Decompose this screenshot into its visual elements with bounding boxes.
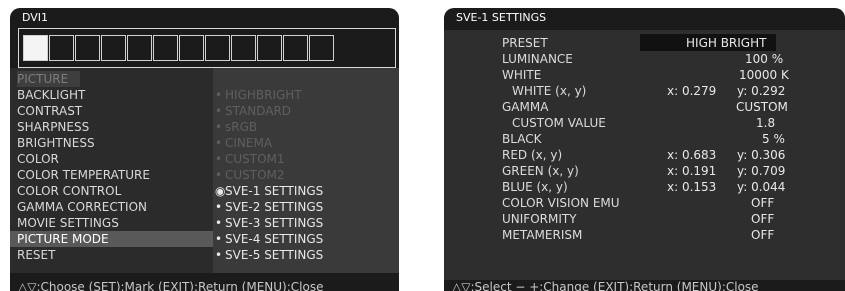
custom-value-value[interactable]: 1.8: [756, 116, 775, 130]
submenu-item-sve1[interactable]: ◉SVE-1 SETTINGS: [215, 183, 323, 199]
tab-icon-7[interactable]: [179, 35, 204, 61]
green-x-value[interactable]: x: 0.191: [667, 164, 716, 178]
selected-radio-icon: ◉: [215, 184, 226, 198]
row-uniformity[interactable]: UNIFORMITY: [502, 212, 577, 226]
bullet-icon: •: [215, 88, 223, 102]
submenu-item-custom2: • CUSTOM2: [215, 167, 285, 183]
submenu-label: CUSTOM2: [225, 168, 285, 182]
sve1-settings-window: SVE-1 SETTINGS PRESET HIGH BRIGHT LUMINA…: [444, 8, 845, 291]
blue-y-value[interactable]: y: 0.044: [737, 180, 785, 194]
submenu-label: SVE-1 SETTINGS: [225, 184, 324, 198]
luminance-value[interactable]: 100 %: [745, 52, 783, 66]
menu-item-backlight[interactable]: BACKLIGHT: [17, 87, 85, 103]
tab-icon-6[interactable]: [153, 35, 178, 61]
menu-panel: PICTURE BACKLIGHT CONTRAST SHARPNESS BRI…: [10, 68, 399, 273]
gamma-value[interactable]: CUSTOM: [736, 100, 788, 114]
uniformity-value[interactable]: OFF: [751, 212, 774, 226]
tab-icon-12[interactable]: [309, 35, 334, 61]
bullet-icon: •: [215, 216, 223, 230]
submenu-item-sve5[interactable]: • SVE-5 SETTINGS: [215, 247, 323, 263]
submenu-item-sve2[interactable]: • SVE-2 SETTINGS: [215, 199, 323, 215]
submenu-item-sve4[interactable]: • SVE-4 SETTINGS: [215, 231, 323, 247]
submenu-item-cinema: • CINEMA: [215, 135, 272, 151]
bullet-icon: •: [215, 168, 223, 182]
row-gamma[interactable]: GAMMA: [502, 100, 548, 114]
submenu-label: sRGB: [225, 120, 258, 134]
menu-item-color-control[interactable]: COLOR CONTROL: [17, 183, 121, 199]
black-value[interactable]: 5 %: [762, 132, 785, 146]
submenu-label: CUSTOM1: [225, 152, 285, 166]
submenu-label: SVE-2 SETTINGS: [225, 200, 324, 214]
red-y-value[interactable]: y: 0.306: [737, 148, 785, 162]
blue-x-value[interactable]: x: 0.153: [667, 180, 716, 194]
row-green-xy[interactable]: GREEN (x, y): [502, 164, 579, 178]
row-red-xy[interactable]: RED (x, y): [502, 148, 562, 162]
bullet-icon: •: [215, 136, 223, 150]
bullet-icon: •: [215, 200, 223, 214]
bullet-icon: •: [215, 120, 223, 134]
input-source-title: DVI1: [22, 11, 49, 24]
menu-section-picture: PICTURE: [17, 71, 81, 87]
submenu-label: SVE-4 SETTINGS: [225, 232, 324, 246]
bullet-icon: •: [215, 248, 223, 262]
menu-item-picture-mode[interactable]: PICTURE MODE: [10, 231, 213, 247]
row-custom-value[interactable]: CUSTOM VALUE: [512, 116, 606, 130]
osd-menu-window: DVI1 PICTURE BACKLIGHT CONTRAST SHARPNES…: [10, 8, 399, 291]
white-y-value[interactable]: y: 0.292: [737, 84, 785, 98]
color-vision-emu-value[interactable]: OFF: [751, 196, 774, 210]
menu-item-movie-settings[interactable]: MOVIE SETTINGS: [17, 215, 119, 231]
row-white[interactable]: WHITE: [502, 68, 541, 82]
green-y-value[interactable]: y: 0.709: [737, 164, 785, 178]
tab-icon-3[interactable]: [75, 35, 100, 61]
menu-item-sharpness[interactable]: SHARPNESS: [17, 119, 89, 135]
tab-icon-8[interactable]: [205, 35, 230, 61]
row-color-vision-emu[interactable]: COLOR VISION EMU: [502, 196, 620, 210]
submenu-item-sve3[interactable]: • SVE-3 SETTINGS: [215, 215, 323, 231]
row-luminance[interactable]: LUMINANCE: [502, 52, 573, 66]
row-white-xy[interactable]: WHITE (x, y): [512, 84, 586, 98]
red-x-value[interactable]: x: 0.683: [667, 148, 716, 162]
tab-icon-5[interactable]: [127, 35, 152, 61]
preset-value[interactable]: HIGH BRIGHT: [686, 36, 766, 50]
submenu-label: SVE-3 SETTINGS: [225, 216, 324, 230]
menu-item-gamma-correction[interactable]: GAMMA CORRECTION: [17, 199, 147, 215]
bullet-icon: •: [215, 104, 223, 118]
submenu-label: SVE-5 SETTINGS: [225, 248, 324, 262]
menu-item-color-temperature[interactable]: COLOR TEMPERATURE: [17, 167, 150, 183]
bullet-icon: •: [215, 152, 223, 166]
key-guide: △▽:Select − +:Change (EXIT):Return (MENU…: [452, 280, 759, 291]
white-value[interactable]: 10000 K: [739, 68, 789, 82]
submenu-label: HIGHBRIGHT: [225, 88, 302, 102]
menu-icon-strip: [18, 28, 396, 68]
row-blue-xy[interactable]: BLUE (x, y): [502, 180, 568, 194]
submenu-item-srgb: • sRGB: [215, 119, 257, 135]
row-black[interactable]: BLACK: [502, 132, 541, 146]
row-preset[interactable]: PRESET: [502, 36, 548, 50]
menu-item-reset[interactable]: RESET: [17, 247, 55, 263]
bullet-icon: •: [215, 232, 223, 246]
metamerism-value[interactable]: OFF: [751, 228, 774, 242]
tab-icon-1[interactable]: [23, 35, 48, 61]
submenu-label: STANDARD: [225, 104, 292, 118]
menu-item-brightness[interactable]: BRIGHTNESS: [17, 135, 95, 151]
tab-icon-11[interactable]: [283, 35, 308, 61]
submenu-label: CINEMA: [225, 136, 273, 150]
settings-title: SVE-1 SETTINGS: [456, 11, 547, 24]
key-guide: △▽:Choose (SET):Mark (EXIT):Return (MENU…: [18, 280, 324, 291]
row-metamerism[interactable]: METAMERISM: [502, 228, 582, 242]
submenu-item-standard: • STANDARD: [215, 103, 291, 119]
menu-item-contrast[interactable]: CONTRAST: [17, 103, 82, 119]
menu-item-color[interactable]: COLOR: [17, 151, 59, 167]
tab-icon-9[interactable]: [231, 35, 256, 61]
submenu-item-highbright: • HIGHBRIGHT: [215, 87, 302, 103]
tab-icon-10[interactable]: [257, 35, 282, 61]
white-x-value[interactable]: x: 0.279: [667, 84, 716, 98]
tab-icon-4[interactable]: [101, 35, 126, 61]
submenu-item-custom1: • CUSTOM1: [215, 151, 285, 167]
tab-icon-2[interactable]: [49, 35, 74, 61]
